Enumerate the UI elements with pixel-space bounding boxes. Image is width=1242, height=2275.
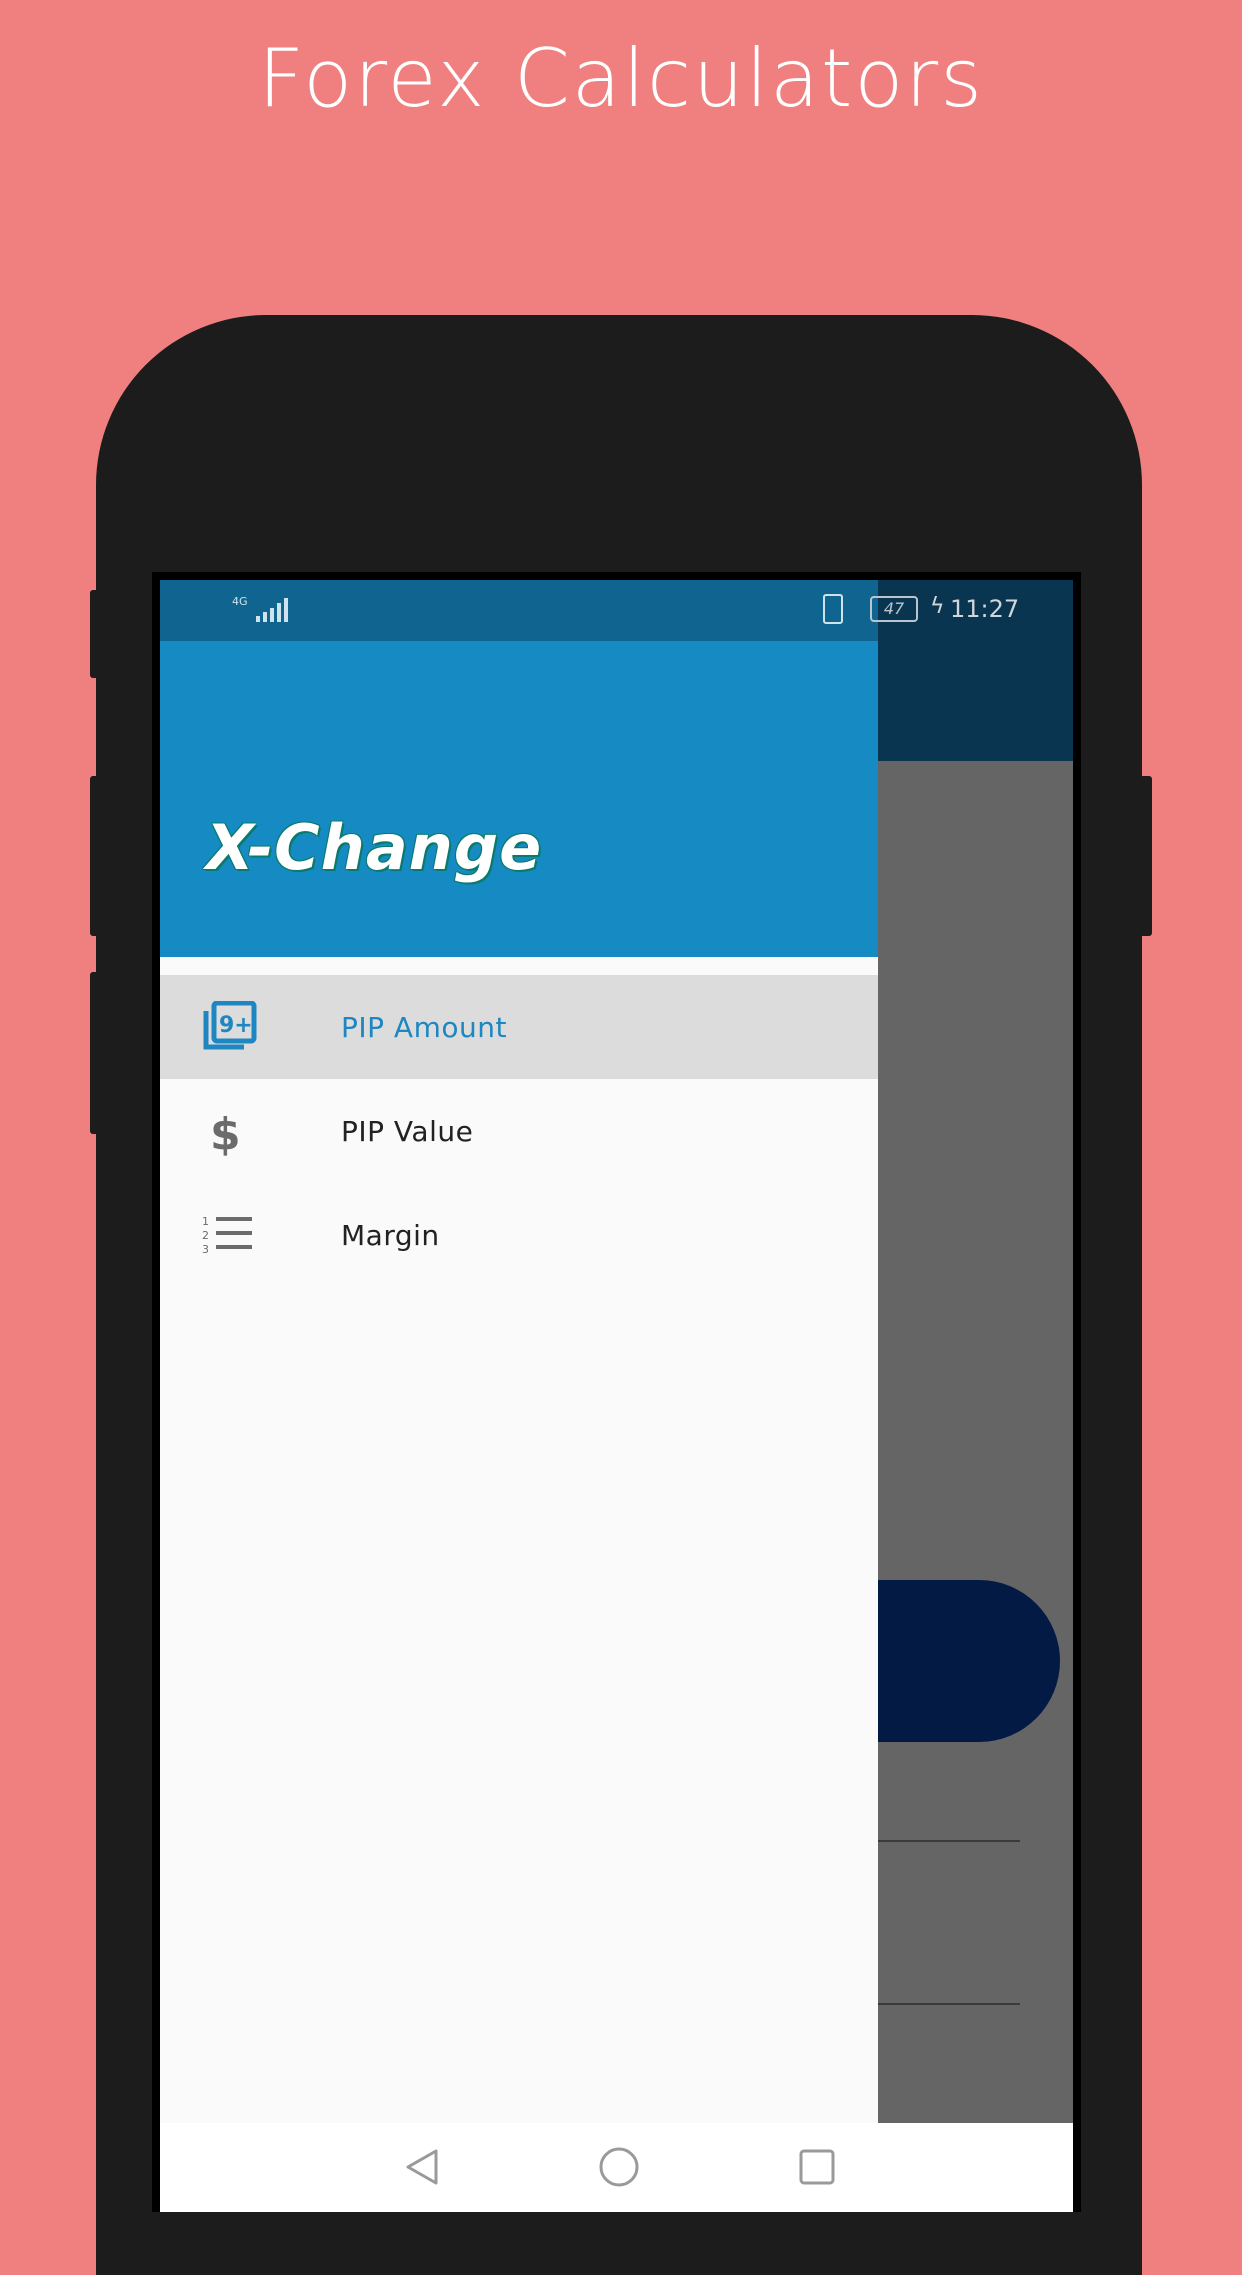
app-logo: X-Change xyxy=(206,811,543,884)
menu-item-margin[interactable]: 1 2 3 Margin xyxy=(160,1183,878,1287)
phone-side-button xyxy=(90,590,102,678)
phone-side-button xyxy=(1140,776,1152,936)
status-bar: 4G 47 ϟ 11:27 xyxy=(160,580,1073,641)
phone-screen: 4G 47 ϟ 11:27 X-Change 9+ PIP Amount $ P… xyxy=(160,580,1073,2212)
phone-side-button xyxy=(90,776,102,936)
battery-icon: 47 xyxy=(870,596,918,622)
svg-text:9+: 9+ xyxy=(219,1013,253,1038)
numbered-list-icon: 1 2 3 xyxy=(198,1209,258,1261)
screen-bezel: 4G 47 ϟ 11:27 X-Change 9+ PIP Amount $ P… xyxy=(152,572,1081,2212)
dollar-icon: $ xyxy=(198,1105,258,1160)
status-time: 11:27 xyxy=(950,595,1020,623)
menu-item-label: Margin xyxy=(341,1219,440,1252)
drawer-header: X-Change xyxy=(160,641,878,957)
network-type: 4G xyxy=(232,595,248,608)
promo-headline: Forex Calculators xyxy=(258,32,984,125)
phone-side-button xyxy=(90,972,102,1134)
vibrate-icon xyxy=(823,594,843,624)
charging-icon: ϟ xyxy=(930,594,945,619)
drawer-menu: 9+ PIP Amount $ PIP Value 1 2 3 Margin xyxy=(160,975,878,1287)
svg-text:$: $ xyxy=(210,1109,241,1157)
pip-amount-icon: 9+ xyxy=(198,1000,258,1053)
svg-text:2: 2 xyxy=(202,1229,209,1242)
home-icon[interactable] xyxy=(597,2145,641,2189)
system-nav-bar xyxy=(160,2123,1073,2212)
signal-icon xyxy=(256,598,288,622)
menu-item-label: PIP Value xyxy=(341,1115,474,1148)
navigation-drawer: X-Change 9+ PIP Amount $ PIP Value 1 2 3… xyxy=(160,641,878,2212)
menu-item-pip-amount[interactable]: 9+ PIP Amount xyxy=(160,975,878,1079)
back-icon[interactable] xyxy=(400,2145,444,2189)
menu-item-pip-value[interactable]: $ PIP Value xyxy=(160,1079,878,1183)
recents-icon[interactable] xyxy=(795,2145,839,2189)
svg-text:1: 1 xyxy=(202,1215,209,1228)
svg-text:3: 3 xyxy=(202,1243,209,1256)
menu-item-label: PIP Amount xyxy=(341,1011,507,1044)
